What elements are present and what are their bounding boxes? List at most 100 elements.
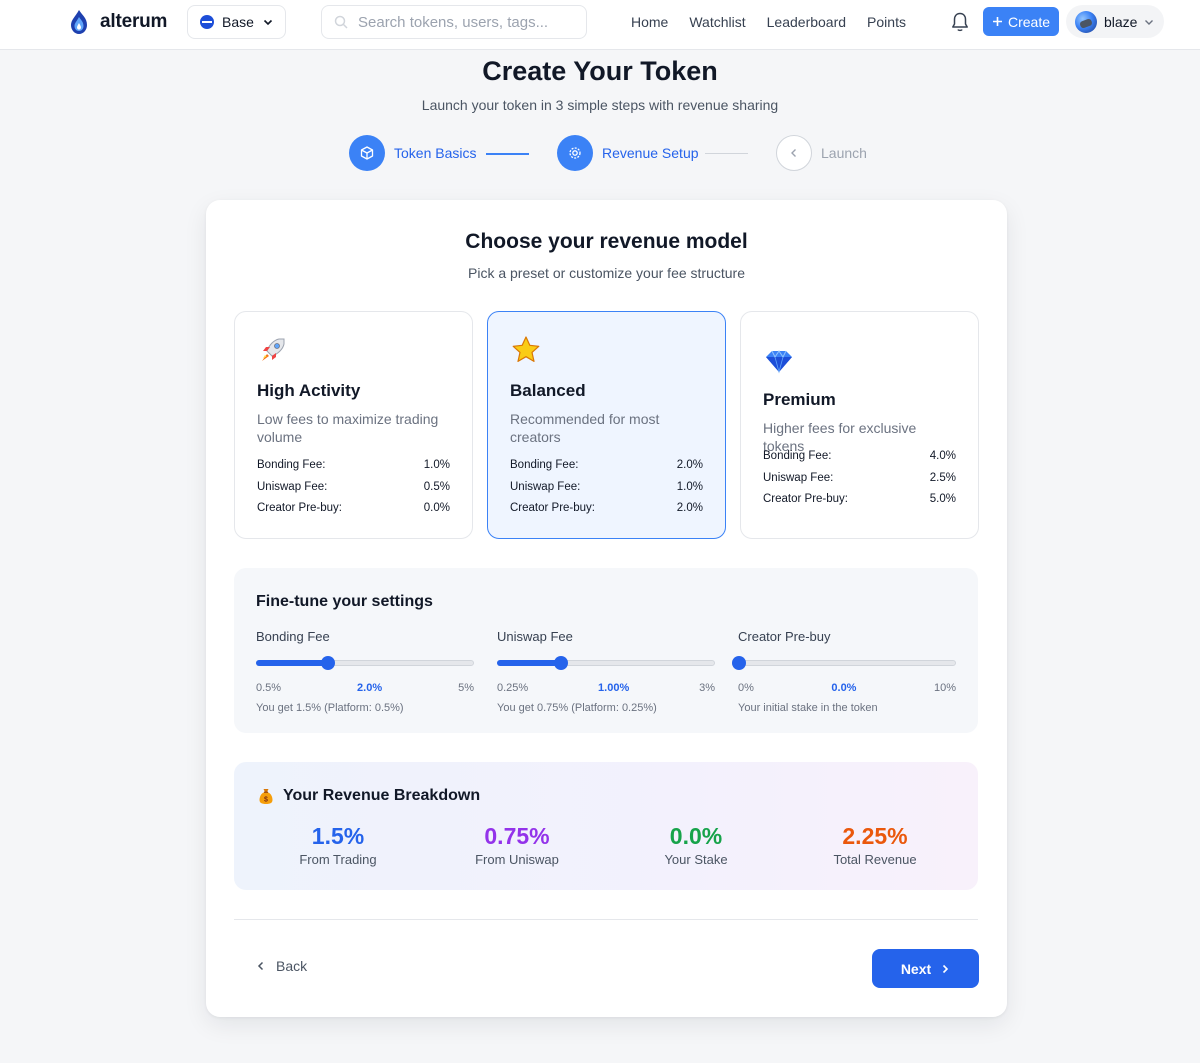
preset-premium[interactable]: Premium Higher fees for exclusive tokens… [740, 311, 979, 539]
range-min: 0.5% [256, 682, 282, 694]
preset-name: Premium [763, 390, 836, 409]
range-current: 0.0% [831, 682, 857, 694]
brand-logo[interactable]: alterum [68, 9, 167, 35]
bonding-fee-control: Bonding Fee 0.5% 2.0% 5% You get 1.5% (P… [256, 629, 474, 714]
stat-label: Total Revenue [833, 852, 917, 867]
fee-row: Creator Pre-buy: 2.0% [510, 502, 703, 524]
star-icon [512, 336, 540, 362]
search-input[interactable] [358, 13, 568, 31]
range-max: 10% [933, 682, 956, 694]
slider-handle[interactable] [321, 656, 336, 670]
fee-value: 1.0% [423, 459, 450, 471]
breakdown-title-text: Your Revenue Breakdown [283, 787, 481, 804]
fine-tune-panel: Fine-tune your settings Bonding Fee 0.5%… [234, 568, 978, 733]
preset-name: High Activity [257, 381, 361, 400]
main-nav: Home Watchlist Leaderboard Points [631, 14, 906, 30]
base-chain-icon [200, 15, 214, 29]
fee-value: 2.0% [676, 459, 703, 471]
rocket-icon [262, 338, 285, 361]
preset-fee-list: Bonding Fee: 2.0% Uniswap Fee: 1.0% Creato… [510, 459, 703, 524]
chain-name: Base [222, 14, 254, 30]
preset-description: Low fees to maximize trading volume [257, 411, 439, 445]
fee-row: Creator Pre-buy: 5.0% [763, 493, 956, 515]
stat-from-trading: 1.5% From Trading [248, 823, 428, 867]
chevron-right-icon [943, 964, 949, 973]
revenue-setup-card: Choose your revenue model Pick a preset … [206, 200, 1007, 1017]
nav-watchlist[interactable]: Watchlist [689, 14, 745, 30]
stat-label: From Trading [299, 852, 377, 867]
user-menu[interactable]: blaze [1066, 5, 1164, 38]
stat-from-uniswap: 0.75% From Uniswap [427, 823, 607, 867]
create-button[interactable]: Create [983, 7, 1059, 36]
slider-handle[interactable] [553, 656, 568, 670]
svg-text:$: $ [264, 796, 268, 803]
fee-row: Uniswap Fee: 2.5% [763, 472, 956, 494]
range-labels: 0.5% 2.0% 5% [256, 682, 474, 694]
nav-points[interactable]: Points [867, 14, 906, 30]
step-circle [349, 135, 385, 171]
fee-label: Uniswap Fee: [257, 480, 328, 493]
range-labels: 0.25% 1.00% 3% [497, 682, 715, 694]
top-nav-bar: alterum Base Home Watchlist Leaderboard … [0, 0, 1200, 50]
fee-label: Creator Pre-buy: [257, 502, 343, 514]
preset-fee-list: Bonding Fee: 1.0% Uniswap Fee: 0.5% Creato… [257, 459, 450, 524]
nav-leaderboard[interactable]: Leaderboard [767, 14, 846, 30]
step-token-basics[interactable]: Token Basics [349, 135, 476, 171]
fee-label: Uniswap Fee: [510, 480, 581, 493]
step-circle [776, 135, 812, 171]
preset-high-activity[interactable]: High Activity Low fees to maximize tradi… [234, 311, 473, 539]
chevron-down-icon [1145, 19, 1154, 25]
plus-icon [992, 17, 1002, 26]
fee-label: Bonding Fee: [510, 459, 579, 471]
stat-value: 1.5% [311, 823, 365, 849]
notifications-bell-icon[interactable] [950, 11, 970, 33]
creator-prebuy-slider[interactable] [732, 656, 956, 670]
control-note: Your initial stake in the token [738, 702, 878, 714]
step-revenue-setup[interactable]: Revenue Setup [557, 135, 699, 171]
money-bag-icon: $ [259, 789, 273, 804]
brand-name: alterum [100, 11, 168, 32]
back-button[interactable]: Back [256, 958, 307, 974]
gem-icon [766, 350, 792, 374]
range-min: 0% [738, 682, 754, 694]
uniswap-fee-control: Uniswap Fee 0.25% 1.00% 3% You get 0.75%… [497, 629, 715, 714]
uniswap-fee-slider[interactable] [497, 656, 715, 670]
slider-handle[interactable] [732, 656, 746, 670]
fee-row: Creator Pre-buy: 0.0% [257, 502, 450, 524]
fee-label: Creator Pre-buy: [763, 493, 849, 505]
stat-value: 0.75% [484, 823, 550, 849]
step-label: Launch [821, 145, 867, 161]
step-launch[interactable]: Launch [776, 135, 867, 171]
step-label: Revenue Setup [602, 145, 699, 161]
bonding-fee-slider[interactable] [256, 656, 474, 670]
gear-icon [569, 147, 581, 159]
step-label: Token Basics [394, 145, 477, 161]
slider-fill [497, 660, 560, 666]
breakdown-title: $ Your Revenue Breakdown [258, 787, 480, 805]
fee-value: 4.0% [929, 450, 956, 462]
page-subtitle: Launch your token in 3 simple steps with… [421, 97, 779, 113]
page-title: Create Your Token [482, 56, 718, 86]
fee-row: Bonding Fee: 2.0% [510, 459, 703, 481]
back-button-label: Back [276, 958, 308, 974]
nav-home[interactable]: Home [631, 14, 668, 30]
fee-row: Bonding Fee: 4.0% [763, 450, 956, 472]
stat-value: 2.25% [842, 823, 908, 849]
chevron-left-icon [791, 149, 796, 157]
range-current: 2.0% [357, 682, 383, 694]
username: blaze [1104, 13, 1138, 30]
next-button[interactable]: Next [872, 949, 979, 988]
stat-total-revenue: 2.25% Total Revenue [785, 823, 965, 867]
chain-selector[interactable]: Base [187, 5, 286, 39]
fee-value: 0.5% [423, 480, 450, 493]
fee-value: 2.0% [676, 502, 703, 514]
preset-balanced[interactable]: Balanced Recommended for most creators B… [487, 311, 726, 539]
stat-label: From Uniswap [475, 852, 559, 867]
fee-label: Uniswap Fee: [763, 471, 834, 484]
stat-label: Your Stake [664, 852, 728, 867]
fee-value: 0.0% [423, 502, 450, 514]
fee-row: Bonding Fee: 1.0% [257, 459, 450, 481]
fee-value: 5.0% [929, 493, 956, 505]
preset-description: Recommended for most creators [510, 411, 660, 445]
control-note: You get 1.5% (Platform: 0.5%) [256, 702, 404, 714]
